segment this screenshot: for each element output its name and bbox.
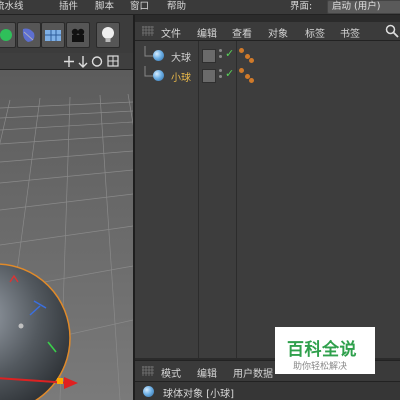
watermark-subtitle: 助你轻松解决 <box>293 362 348 372</box>
object-manager-menu: 文件 编辑 查看 对象 标签 书签 <box>135 22 400 41</box>
grip-icon[interactable] <box>142 26 154 36</box>
am-menu-edit[interactable]: 编辑 <box>197 365 217 380</box>
layer-icon[interactable] <box>202 49 216 63</box>
om-menu-objects[interactable]: 对象 <box>268 25 288 40</box>
viewport-scene <box>0 70 133 400</box>
menu-plugins[interactable]: 插件 <box>59 0 78 13</box>
om-menu-edit[interactable]: 编辑 <box>197 25 217 40</box>
am-menu-user-data[interactable]: 用户数据 <box>233 365 273 380</box>
sphere-icon <box>143 386 154 397</box>
phong-tag-icon[interactable] <box>239 48 255 64</box>
attribute-title: 球体对象 [小球] <box>163 389 234 400</box>
om-menu-file[interactable]: 文件 <box>161 25 181 40</box>
column-divider <box>236 41 237 358</box>
sphere-icon <box>153 70 164 81</box>
tree-line-icon <box>144 46 153 57</box>
menu-help[interactable]: 帮助 <box>167 0 186 13</box>
watermark-logo: 百科全说 助你轻松解决 <box>275 327 375 374</box>
om-menu-view[interactable]: 查看 <box>232 25 252 40</box>
viewport-3d[interactable] <box>0 70 133 400</box>
visibility-dots-icon[interactable] <box>219 69 223 83</box>
deformer-tool-icon[interactable] <box>17 22 41 48</box>
enabled-check-icon[interactable]: ✓ <box>225 67 234 80</box>
viewport-nav-bar <box>0 53 133 70</box>
am-menu-mode[interactable]: 模式 <box>161 365 181 380</box>
menu-bar: 流水线 插件 脚本 窗口 帮助 界面: 启动 (用户) <box>0 0 400 15</box>
menu-pipeline[interactable]: 流水线 <box>0 0 24 13</box>
viewport-toolbar <box>0 15 133 53</box>
visibility-dots-icon[interactable] <box>219 49 223 63</box>
enabled-check-icon[interactable]: ✓ <box>225 47 234 60</box>
layout-label: 界面: <box>290 1 313 12</box>
om-menu-bookmarks[interactable]: 书签 <box>340 25 360 40</box>
menu-script[interactable]: 脚本 <box>95 0 114 13</box>
layout-dropdown[interactable]: 启动 (用户) <box>327 0 400 14</box>
modeling-tool-icon[interactable] <box>0 22 16 48</box>
om-menu-tags[interactable]: 标签 <box>305 25 325 40</box>
environment-tool-icon[interactable] <box>41 22 65 48</box>
column-divider <box>198 41 199 358</box>
search-icon[interactable] <box>385 24 399 38</box>
sphere-icon <box>153 50 164 61</box>
object-name[interactable]: 大球 <box>171 49 191 64</box>
object-row-small-ball[interactable]: 小球 ✓ <box>135 66 400 86</box>
camera-tool-icon[interactable] <box>66 22 90 48</box>
watermark-title: 百科全说 <box>287 340 357 360</box>
viewport-nav-icons[interactable] <box>63 55 133 68</box>
grip-icon[interactable] <box>142 366 154 376</box>
light-tool-icon[interactable] <box>96 22 120 48</box>
object-list: 大球 ✓ 小球 ✓ <box>135 41 400 358</box>
object-row-big-ball[interactable]: 大球 ✓ <box>135 46 400 66</box>
attribute-title-bar: 球体对象 [小球] <box>135 382 400 400</box>
menu-window[interactable]: 窗口 <box>130 0 149 13</box>
object-name[interactable]: 小球 <box>171 69 191 84</box>
layer-icon[interactable] <box>202 69 216 83</box>
phong-tag-icon[interactable] <box>239 68 255 84</box>
tree-line-icon <box>144 66 153 77</box>
